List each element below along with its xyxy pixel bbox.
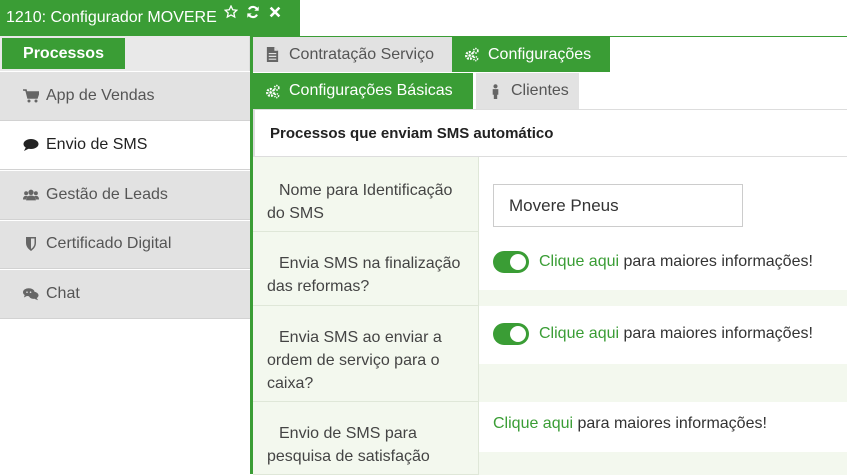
gears-icon: [464, 47, 480, 63]
window-title: 1210: Configurador MOVERE: [6, 9, 217, 26]
info-link[interactable]: Clique aqui: [539, 325, 619, 342]
info-suffix: para maiores informações!: [573, 415, 767, 432]
setting-value: Clique aqui para maiores informações!: [479, 402, 847, 452]
tab-label: Configurações: [488, 45, 592, 63]
tab-label: Clientes: [511, 82, 569, 99]
setting-value: [479, 157, 847, 232]
sidebar-item-certificado-digital[interactable]: Certificado Digital: [0, 219, 250, 269]
window-titlebar: 1210: Configurador MOVERE: [0, 0, 300, 36]
shield-icon: [22, 236, 40, 252]
cart-icon: [22, 88, 40, 104]
star-outline-icon[interactable]: [223, 4, 239, 20]
sidebar-item-gestao-de-leads[interactable]: Gestão de Leads: [0, 170, 250, 220]
setting-row-pesquisa: Envio de SMS para pesquisa de satisfação…: [253, 402, 847, 475]
sidebar-item-label: Gestão de Leads: [46, 185, 168, 203]
setting-row-nome: Nome para Identificação do SMS: [253, 157, 847, 232]
sidebar-item-app-de-vendas[interactable]: App de Vendas: [0, 71, 250, 121]
users-icon: [22, 187, 40, 203]
setting-value: Clique aqui para maiores informações!: [479, 306, 847, 364]
document-icon: [265, 47, 281, 63]
finalizacao-toggle[interactable]: [493, 251, 529, 273]
info-text: Clique aqui para maiores informações!: [539, 253, 813, 271]
settings-panel: Processos que enviam SMS automático Nome…: [253, 109, 847, 475]
toggle-knob: [510, 326, 526, 342]
setting-row-finalizacao: Envia SMS na finalização das reformas? C…: [253, 232, 847, 306]
ordem-servico-toggle[interactable]: [493, 323, 529, 345]
info-suffix: para maiores informações!: [619, 325, 813, 342]
setting-label: Envia SMS na finalização das reformas?: [253, 232, 479, 306]
info-link[interactable]: Clique aqui: [493, 415, 573, 432]
sub-tabs: Configurações Básicas Clientes: [253, 73, 847, 109]
tab-label: Configurações Básicas: [289, 82, 453, 99]
chat-bubbles-icon: [22, 286, 40, 302]
setting-label: Envio de SMS para pesquisa de satisfação: [253, 402, 479, 475]
setting-label: Envia SMS ao enviar a ordem de serviço p…: [253, 306, 479, 402]
section-title: Processos que enviam SMS automático: [253, 109, 847, 157]
gears-icon: [265, 83, 281, 99]
tab-contratacao-servico[interactable]: Contratação Serviço: [253, 37, 452, 72]
sidebar-item-chat[interactable]: Chat: [0, 269, 250, 319]
sidebar-item-label: App de Vendas: [46, 86, 155, 104]
info-text: Clique aqui para maiores informações!: [539, 325, 813, 343]
info-suffix: para maiores informações!: [619, 253, 813, 270]
main-panel: Contratação Serviço Configurações Config…: [250, 36, 847, 475]
sidebar-item-label: Certificado Digital: [46, 235, 172, 253]
sidebar-header: Processos: [0, 36, 250, 71]
info-text: Clique aqui para maiores informações!: [493, 415, 767, 433]
tab-configuracoes[interactable]: Configurações: [452, 37, 610, 72]
sidebar-item-label: Envio de SMS: [46, 136, 148, 154]
comment-icon: [22, 137, 40, 153]
info-link[interactable]: Clique aqui: [539, 253, 619, 270]
sms-name-input[interactable]: [493, 184, 743, 227]
setting-row-ordem-servico: Envia SMS ao enviar a ordem de serviço p…: [253, 306, 847, 402]
sidebar-item-label: Chat: [46, 284, 80, 302]
person-icon: [488, 83, 503, 99]
sidebar-item-envio-de-sms[interactable]: Envio de SMS: [0, 120, 250, 170]
toggle-knob: [510, 254, 526, 270]
tab-label: Contratação Serviço: [289, 45, 434, 63]
top-tabs: Contratação Serviço Configurações: [253, 37, 847, 73]
tab-configuracoes-basicas[interactable]: Configurações Básicas: [253, 73, 473, 109]
tab-clientes[interactable]: Clientes: [476, 73, 579, 109]
processos-button[interactable]: Processos: [2, 38, 125, 69]
sidebar: Processos App de Vendas Envio de SMS Ges…: [0, 36, 250, 474]
setting-value: Clique aqui para maiores informações!: [479, 232, 847, 290]
setting-label: Nome para Identificação do SMS: [253, 157, 479, 232]
refresh-icon[interactable]: [245, 4, 261, 20]
close-icon[interactable]: [267, 4, 283, 20]
